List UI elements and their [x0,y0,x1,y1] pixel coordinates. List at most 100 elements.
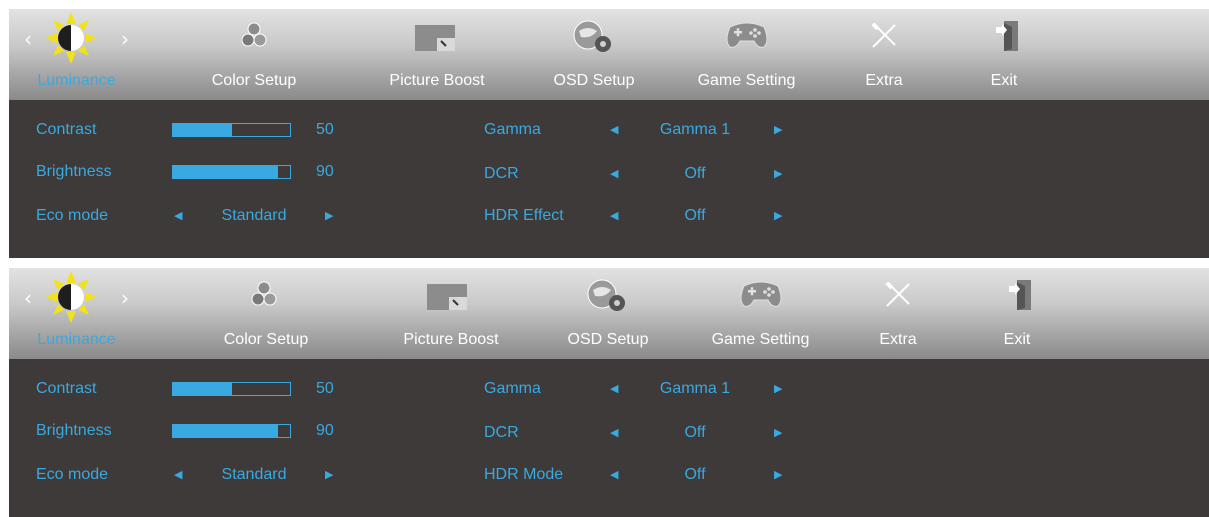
hdr-right-arrow[interactable]: ▶ [774,467,782,483]
tab-game-setting[interactable]: Game Setting [679,9,814,100]
dcr-right-arrow[interactable]: ▶ [774,166,782,182]
dcr-label: DCR [484,424,519,441]
hdr-left-arrow[interactable]: ◀ [610,208,618,224]
color-setup-icon [239,21,269,51]
tab-osd-setup[interactable]: OSD Setup [553,268,663,359]
brightness-slider-fill [173,425,279,437]
tab-label: Color Setup [211,72,297,89]
tab-color-setup[interactable]: Color Setup [199,9,309,100]
hdr-label: HDR Mode [484,466,564,483]
eco-mode-label: Eco mode [36,466,109,483]
gamma-right-arrow[interactable]: ▶ [774,122,782,138]
settings-panel: Contrast 50 Brightness 90 Eco mode ◀ Sta… [9,359,1209,517]
tab-picture-boost[interactable]: Picture Boost [391,268,511,359]
hdr-label: HDR Effect [484,207,564,224]
tab-label: Exit [1003,331,1031,348]
hdr-value: Off [684,466,706,483]
gamma-label: Gamma [484,121,541,138]
contrast-slider-fill [173,383,232,395]
tab-game-setting[interactable]: Game Setting [693,268,828,359]
dcr-value: Off [684,165,706,182]
brightness-label: Brightness [36,422,112,439]
gamma-right-arrow[interactable]: ▶ [774,381,782,397]
osd-menu-bottom: ‹ › Luminance Color Setup Picture Boost … [9,268,1209,517]
tab-label: Luminance [37,331,116,348]
contrast-label: Contrast [36,121,97,138]
osd-setup-icon [571,19,615,55]
exit-icon [996,21,1020,51]
extra-icon [871,23,897,49]
dcr-left-arrow[interactable]: ◀ [610,166,618,182]
color-setup-icon [249,280,279,310]
hdr-right-arrow[interactable]: ▶ [774,208,782,224]
dcr-right-arrow[interactable]: ▶ [774,425,782,441]
svg-text:›: › [121,27,129,51]
exit-icon [1009,280,1033,310]
tab-color-setup[interactable]: Color Setup [211,268,321,359]
contrast-slider[interactable] [172,382,291,396]
tab-label: Picture Boost [403,331,499,348]
hdr-value: Off [684,207,706,224]
eco-mode-value: Standard [221,466,287,483]
tab-exit[interactable]: Exit [987,268,1047,359]
tab-luminance[interactable]: ‹ › Luminance [19,9,134,100]
gamma-left-arrow[interactable]: ◀ [610,122,618,138]
eco-mode-left-arrow[interactable]: ◀ [174,467,182,483]
tab-luminance[interactable]: ‹ › Luminance [19,268,134,359]
tab-label: Extra [865,72,903,89]
game-setting-icon [738,278,784,310]
osd-menu-top: ‹ › Luminance Color Setup Picture Boost … [9,9,1209,258]
brightness-label: Brightness [36,163,112,180]
gamma-value: Gamma 1 [659,121,731,138]
tab-label: Color Setup [223,331,309,348]
hdr-left-arrow[interactable]: ◀ [610,467,618,483]
osd-setup-icon [585,278,629,314]
menu-bar: ‹ › Luminance Color Setup Picture Boost … [9,268,1209,359]
picture-boost-icon [415,25,455,51]
contrast-value: 50 [316,380,334,397]
svg-text:›: › [121,286,129,310]
tab-picture-boost[interactable]: Picture Boost [377,9,497,100]
eco-mode-value: Standard [221,207,287,224]
contrast-label: Contrast [36,380,97,397]
brightness-value: 90 [316,422,334,439]
contrast-slider[interactable] [172,123,291,137]
contrast-slider-fill [173,124,232,136]
tab-label: OSD Setup [567,331,649,348]
tab-extra[interactable]: Extra [849,9,919,100]
eco-mode-left-arrow[interactable]: ◀ [174,208,182,224]
tab-label: Exit [990,72,1018,89]
tab-label: Extra [879,331,917,348]
brightness-slider-fill [173,166,279,178]
luminance-sun-icon: ‹ › [19,270,144,324]
tab-label: Picture Boost [389,72,485,89]
settings-panel: Contrast 50 Brightness 90 Eco mode ◀ Sta… [9,100,1209,258]
game-setting-icon [724,19,770,51]
tab-label: Game Setting [697,72,796,89]
tab-label: Game Setting [711,331,810,348]
dcr-left-arrow[interactable]: ◀ [610,425,618,441]
svg-text:‹: ‹ [24,27,32,51]
brightness-slider[interactable] [172,424,291,438]
gamma-value: Gamma 1 [659,380,731,397]
brightness-value: 90 [316,163,334,180]
tab-extra[interactable]: Extra [863,268,933,359]
contrast-value: 50 [316,121,334,138]
dcr-label: DCR [484,165,519,182]
tab-osd-setup[interactable]: OSD Setup [539,9,649,100]
extra-icon [885,282,911,308]
eco-mode-right-arrow[interactable]: ▶ [325,467,333,483]
gamma-left-arrow[interactable]: ◀ [610,381,618,397]
picture-boost-icon [427,284,467,310]
eco-mode-label: Eco mode [36,207,109,224]
luminance-sun-icon: ‹ › [19,11,144,65]
tab-exit[interactable]: Exit [974,9,1034,100]
menu-bar: ‹ › Luminance Color Setup Picture Boost … [9,9,1209,100]
svg-text:‹: ‹ [24,286,32,310]
brightness-slider[interactable] [172,165,291,179]
gamma-label: Gamma [484,380,541,397]
tab-label: OSD Setup [553,72,635,89]
dcr-value: Off [684,424,706,441]
tab-label: Luminance [37,72,116,89]
eco-mode-right-arrow[interactable]: ▶ [325,208,333,224]
